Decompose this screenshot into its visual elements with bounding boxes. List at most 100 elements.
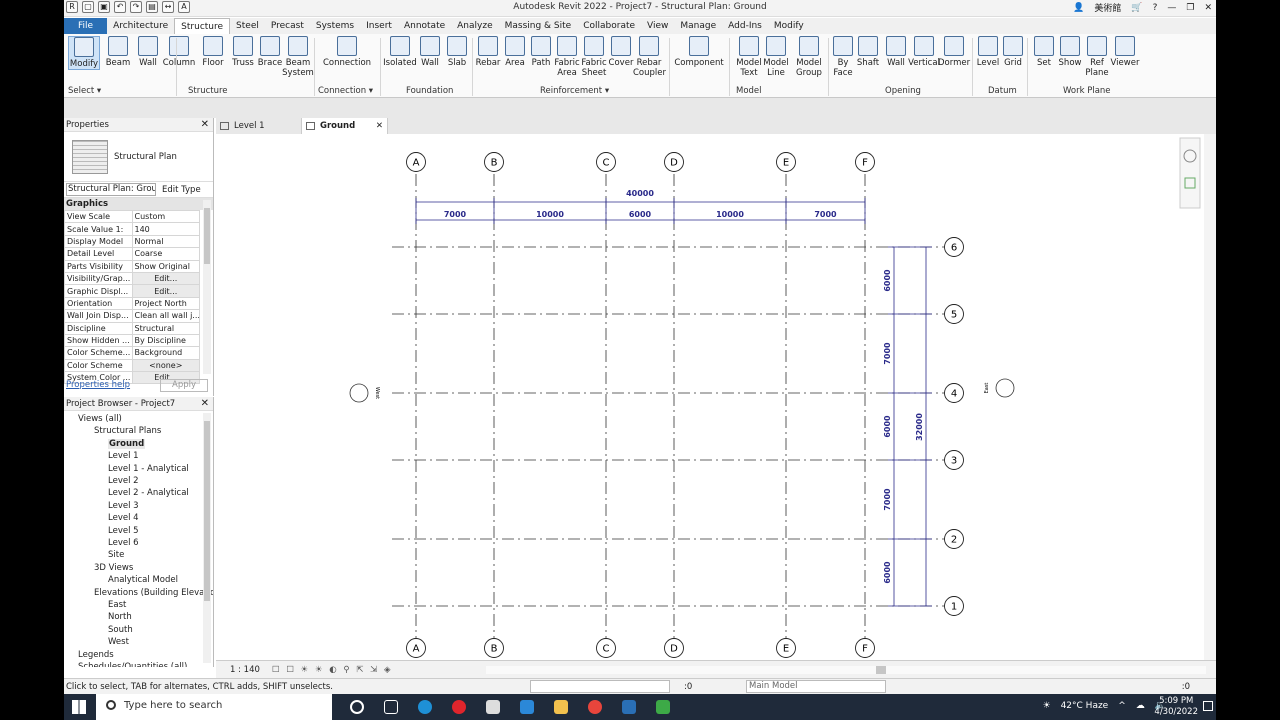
- wall-button[interactable]: Wall: [416, 36, 444, 68]
- property-value[interactable]: Background: [131, 346, 200, 360]
- property-value[interactable]: Custom: [131, 209, 200, 224]
- property-row[interactable]: Color Scheme... Background: [64, 346, 200, 360]
- opera-icon[interactable]: [442, 694, 476, 720]
- property-row[interactable]: View Scale Custom: [64, 209, 200, 224]
- tab-massing-site[interactable]: Massing & Site: [499, 18, 578, 34]
- group-graphics[interactable]: Graphics: [64, 198, 213, 210]
- browser-item[interactable]: Level 1 - Analytical: [108, 464, 189, 474]
- modify-button[interactable]: Modify: [68, 36, 100, 70]
- model-text-button[interactable]: Model Text: [734, 36, 764, 78]
- model-group-button[interactable]: Model Group: [794, 36, 824, 78]
- browser-item[interactable]: Level 6: [108, 538, 139, 548]
- edge-icon[interactable]: [408, 694, 442, 720]
- view-tab-level-1[interactable]: Level 1: [216, 118, 302, 134]
- isolated-button[interactable]: Isolated: [382, 36, 418, 68]
- design-option-dropdown[interactable]: Main Model: [746, 680, 886, 693]
- taskbar-search[interactable]: Type here to search: [96, 694, 332, 720]
- rebar-button[interactable]: Rebar: [474, 36, 502, 68]
- shaft-button[interactable]: Shaft: [855, 36, 881, 68]
- viewer-button[interactable]: Viewer: [1110, 36, 1140, 68]
- tab-systems[interactable]: Systems: [310, 18, 360, 34]
- browser-item[interactable]: Level 4: [108, 513, 139, 523]
- show-button[interactable]: Show: [1057, 36, 1083, 68]
- vertical-button[interactable]: Vertical: [907, 36, 941, 68]
- close-icon[interactable]: ✕: [201, 397, 209, 411]
- rebar-coupler-button[interactable]: Rebar Coupler: [633, 36, 666, 78]
- tab-view[interactable]: View: [641, 18, 674, 34]
- property-row[interactable]: Orientation Project North: [64, 296, 200, 311]
- ribbon-group-connection[interactable]: Connection ▾: [318, 86, 373, 96]
- instance-dropdown[interactable]: Structural Plan: Grou: [66, 183, 156, 196]
- property-value[interactable]: Coarse: [131, 247, 200, 261]
- property-row[interactable]: Detail Level Coarse: [64, 247, 200, 261]
- revit-taskbar-icon[interactable]: [612, 694, 646, 720]
- notification-icon[interactable]: [1203, 701, 1213, 711]
- tab-steel[interactable]: Steel: [230, 18, 265, 34]
- beam-button[interactable]: Beam: [104, 36, 132, 68]
- property-value[interactable]: Clean all wall j...: [131, 309, 200, 323]
- properties-help-link[interactable]: Properties help: [66, 380, 130, 390]
- property-row[interactable]: Color Scheme <none>: [64, 358, 200, 373]
- fabric-area-button[interactable]: Fabric Area: [553, 36, 581, 78]
- ribbon-group-work-plane[interactable]: Work Plane: [1063, 86, 1111, 96]
- property-value[interactable]: Edit...: [131, 284, 200, 298]
- workset-dropdown[interactable]: [530, 680, 670, 693]
- browser-item[interactable]: Analytical Model: [108, 575, 178, 585]
- path-button[interactable]: Path: [528, 36, 554, 68]
- browser-item[interactable]: South: [108, 625, 133, 635]
- mail-icon[interactable]: [510, 694, 544, 720]
- store-icon[interactable]: [476, 694, 510, 720]
- close-icon[interactable]: ✕: [1204, 3, 1212, 13]
- ref-plane-button[interactable]: Ref Plane: [1083, 36, 1111, 78]
- tab-file[interactable]: File: [64, 18, 108, 34]
- property-value[interactable]: Structural: [131, 321, 200, 335]
- model-line-button[interactable]: Model Line: [761, 36, 791, 78]
- drawing-area[interactable]: A A B B C C D D E E F F 1 2 3 4 5 6 40000 7000 10000 6000 1000…: [216, 134, 1216, 660]
- browser-item[interactable]: Level 2 - Analytical: [108, 488, 189, 498]
- level-button[interactable]: Level: [975, 36, 1001, 68]
- property-row[interactable]: Show Hidden ... By Discipline: [64, 333, 200, 348]
- restore-icon[interactable]: ❐: [1186, 3, 1194, 13]
- ribbon-group-datum[interactable]: Datum: [988, 86, 1017, 96]
- tab-add-ins[interactable]: Add-Ins: [722, 18, 768, 34]
- browser-scrollbar[interactable]: [203, 413, 211, 663]
- property-value[interactable]: Normal: [131, 234, 200, 249]
- property-row[interactable]: Parts Visibility Show Original: [64, 259, 200, 273]
- property-row[interactable]: Display Model Normal: [64, 234, 200, 249]
- property-value[interactable]: <none>: [131, 358, 200, 373]
- ribbon-group-select[interactable]: Select ▾: [68, 86, 101, 96]
- clock[interactable]: 5:09 PM 4/30/2022: [1154, 696, 1198, 718]
- browser-item[interactable]: Ground: [108, 438, 146, 449]
- brace-button[interactable]: Brace: [256, 36, 284, 68]
- user-name[interactable]: 美術館: [1094, 1, 1121, 14]
- browser-item[interactable]: Legends: [78, 650, 114, 660]
- property-row[interactable]: Graphic Displ... Edit...: [64, 284, 200, 298]
- task-view-icon[interactable]: [374, 694, 408, 720]
- browser-item[interactable]: North: [108, 612, 132, 622]
- property-value[interactable]: By Discipline: [131, 333, 200, 348]
- browser-item[interactable]: Schedules/Quantities (all): [78, 662, 187, 667]
- browser-item[interactable]: Level 5: [108, 526, 139, 536]
- property-row[interactable]: Visibility/Grap... Edit...: [64, 271, 200, 286]
- tab-annotate[interactable]: Annotate: [398, 18, 451, 34]
- weather-text[interactable]: 42°C Haze: [1061, 701, 1109, 711]
- component-button[interactable]: Component: [674, 36, 724, 68]
- tab-modify[interactable]: Modify: [768, 18, 810, 34]
- column-button[interactable]: Column: [162, 36, 196, 68]
- apply-button[interactable]: Apply: [160, 379, 208, 392]
- set-button[interactable]: Set: [1031, 36, 1057, 68]
- browser-item[interactable]: East: [108, 600, 126, 610]
- tab-structure[interactable]: Structure: [174, 18, 231, 34]
- property-row[interactable]: Wall Join Disp... Clean all wall j...: [64, 309, 200, 323]
- browser-item[interactable]: Structural Plans: [94, 426, 161, 436]
- view-tab-ground[interactable]: Ground ✕: [302, 118, 388, 134]
- property-value[interactable]: 140: [131, 222, 200, 236]
- ribbon-group-opening[interactable]: Opening: [885, 86, 921, 96]
- type-selector[interactable]: Structural Plan: [64, 132, 213, 182]
- property-value[interactable]: Show Original: [131, 259, 200, 273]
- user-icon[interactable]: 👤: [1073, 3, 1084, 13]
- windows-start-icon[interactable]: [72, 700, 86, 714]
- browser-item[interactable]: 3D Views: [94, 563, 133, 573]
- beam-system-button[interactable]: Beam System: [282, 36, 314, 78]
- property-value[interactable]: Edit...: [131, 271, 200, 286]
